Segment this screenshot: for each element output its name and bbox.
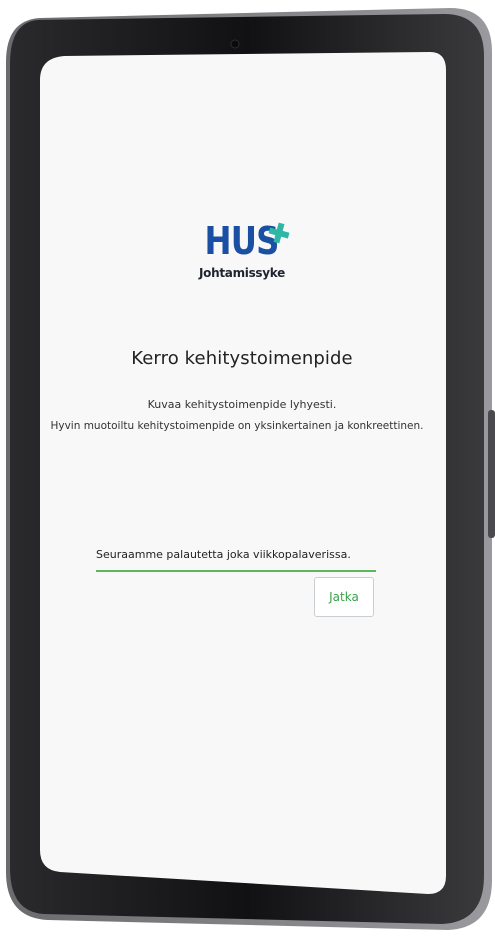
- hus-logo: HUS Johtamissyke: [40, 222, 444, 292]
- hint-text: Hyvin muotoiltu kehitystoimenpide on yks…: [50, 420, 424, 432]
- development-action-input[interactable]: [96, 542, 376, 572]
- logo-subtitle: Johtamissyke: [198, 266, 285, 280]
- instruction-text: Kuvaa kehitystoimenpide lyhyesti.: [147, 398, 337, 411]
- app-stage: HUS Johtamissyke Kerro kehitystoimenpide…: [0, 0, 495, 937]
- screen: HUS Johtamissyke Kerro kehitystoimenpide…: [40, 80, 444, 870]
- cross-icon: [268, 222, 290, 244]
- continue-button[interactable]: Jatka: [314, 577, 374, 617]
- page-title: Kerro kehitystoimenpide: [131, 348, 353, 369]
